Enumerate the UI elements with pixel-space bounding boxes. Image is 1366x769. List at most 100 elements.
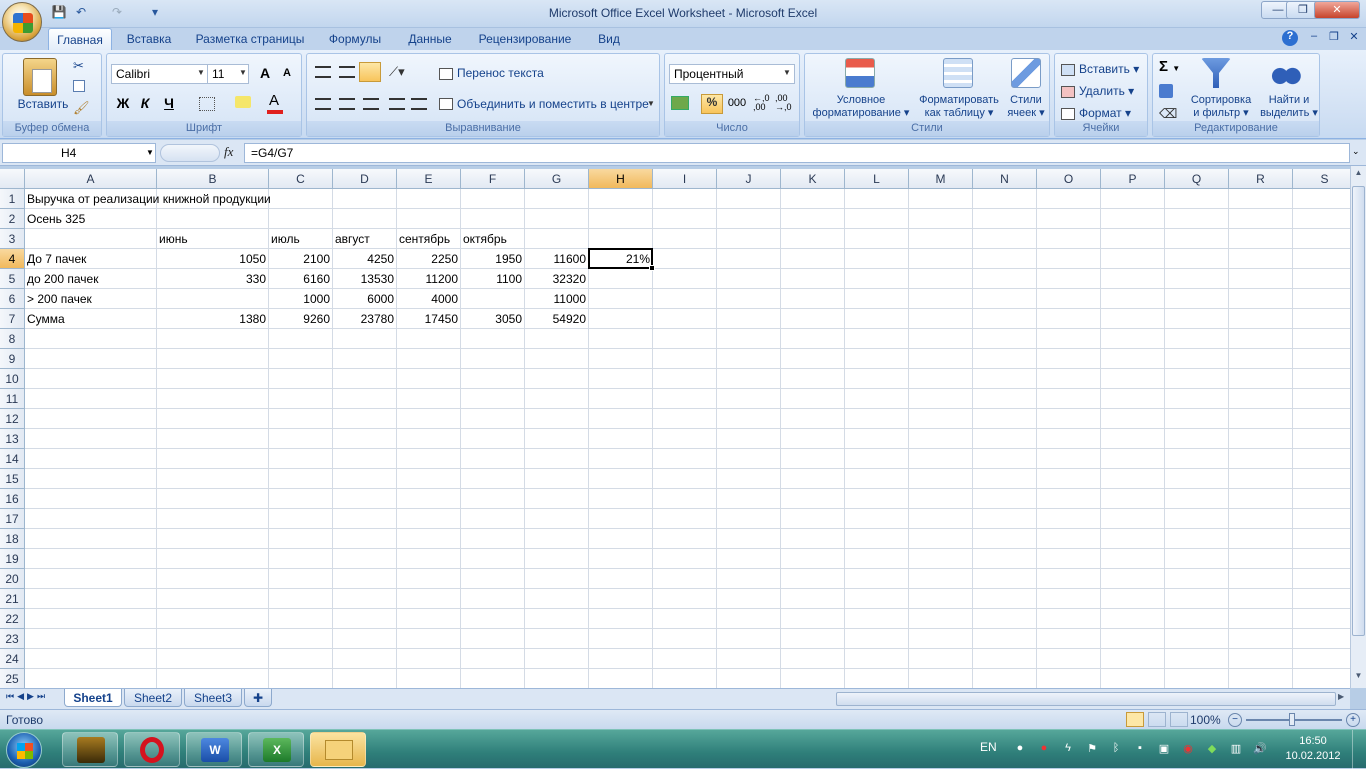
tray-icon-6[interactable]: ▪ [1132, 742, 1148, 756]
cell-E6[interactable]: 4000 [397, 289, 460, 309]
row-header-14[interactable]: 14 [0, 449, 25, 469]
currency-icon[interactable] [671, 96, 689, 110]
scroll-right-icon[interactable]: ▶ [1338, 692, 1344, 701]
vertical-scrollbar[interactable]: ▲ ▼ [1350, 166, 1366, 688]
tab-insert[interactable]: Вставка [118, 28, 180, 50]
cell-D6[interactable]: 6000 [333, 289, 396, 309]
column-header-R[interactable]: R [1229, 169, 1293, 189]
column-header-D[interactable]: D [333, 169, 397, 189]
merge-center-button[interactable]: Объединить и поместить в центре [457, 95, 649, 115]
normal-view-icon[interactable] [1126, 712, 1144, 727]
underline-button[interactable]: Ч [157, 94, 181, 114]
show-desktop-button[interactable] [1352, 730, 1366, 769]
copy-icon[interactable] [73, 80, 85, 92]
decrease-indent-icon[interactable] [389, 98, 405, 110]
font-name-dropdown-icon[interactable]: ▼ [197, 68, 205, 77]
row-header-10[interactable]: 10 [0, 369, 25, 389]
merge-center-icon[interactable] [439, 98, 453, 110]
tab-review[interactable]: Рецензирование [470, 28, 580, 50]
format-painter-icon[interactable]: 🖌 [73, 100, 90, 116]
cell-B7[interactable]: 1380 [157, 309, 268, 329]
name-box[interactable]: H4 [2, 143, 156, 163]
cell-D3[interactable]: август [333, 229, 372, 249]
column-header-M[interactable]: M [909, 169, 973, 189]
increase-decimal-icon[interactable]: ←,0,00 [753, 94, 770, 112]
taskbar-app-word[interactable]: W [186, 732, 242, 767]
undo-icon[interactable]: ↶ [72, 5, 90, 21]
cell-C6[interactable]: 1000 [269, 289, 332, 309]
shrink-font-button[interactable]: A [277, 66, 297, 84]
paste-icon[interactable] [23, 58, 57, 96]
row-header-7[interactable]: 7 [0, 309, 25, 329]
column-header-L[interactable]: L [845, 169, 909, 189]
font-name-box[interactable]: Calibri [111, 64, 209, 84]
cell-C5[interactable]: 6160 [269, 269, 332, 289]
align-middle-icon[interactable] [339, 66, 355, 78]
column-header-Q[interactable]: Q [1165, 169, 1229, 189]
row-header-20[interactable]: 20 [0, 569, 25, 589]
cell-C4[interactable]: 2100 [269, 249, 332, 269]
autosum-icon[interactable]: Σ ▼ [1159, 58, 1180, 75]
orientation-icon[interactable]: ⟋▾ [389, 64, 405, 80]
cell-F5[interactable]: 1100 [461, 269, 524, 289]
cell-D5[interactable]: 13530 [333, 269, 396, 289]
paste-button[interactable]: Вставить [9, 98, 77, 111]
cell-styles-button[interactable]: Стили ячеек ▾ [1003, 94, 1049, 120]
cell-E7[interactable]: 17450 [397, 309, 460, 329]
language-indicator[interactable]: EN [980, 740, 997, 754]
row-header-4[interactable]: 4 [0, 249, 25, 269]
delete-cells-button[interactable]: Удалить ▾ [1079, 82, 1134, 102]
cell-F3[interactable]: октябрь [461, 229, 509, 249]
scroll-down-icon[interactable]: ▼ [1352, 671, 1365, 685]
cell-A6[interactable]: > 200 пачек [25, 289, 94, 309]
insert-sheet-icon[interactable]: ✚ [244, 689, 272, 707]
save-icon[interactable]: 💾 [50, 5, 68, 21]
row-header-11[interactable]: 11 [0, 389, 25, 409]
cell-E4[interactable]: 2250 [397, 249, 460, 269]
worksheet-grid[interactable]: ABCDEFGHIJKLMNOPQRS 1 2 3 4 5 6 7 8 9 10 11 12 13 14 1… [0, 169, 1350, 688]
volume-icon[interactable]: 🔊 [1252, 742, 1268, 756]
tray-icon-4[interactable]: ⚑ [1084, 742, 1100, 756]
clock[interactable]: 16:50 10.02.2012 [1282, 734, 1344, 764]
select-all-corner[interactable] [0, 169, 25, 189]
align-left-icon[interactable] [315, 98, 331, 110]
tray-icon-7[interactable]: ▣ [1156, 742, 1172, 756]
decrease-decimal-icon[interactable]: ,00 →,0 [775, 94, 792, 112]
row-header-24[interactable]: 24 [0, 649, 25, 669]
tab-formulas[interactable]: Формулы [320, 28, 390, 50]
cell-D4[interactable]: 4250 [333, 249, 396, 269]
vertical-scroll-thumb[interactable] [1352, 186, 1365, 636]
cell-C7[interactable]: 9260 [269, 309, 332, 329]
sheet-tab-1[interactable]: Sheet1 [64, 689, 122, 707]
column-header-K[interactable]: K [781, 169, 845, 189]
cell-G4[interactable]: 11600 [525, 249, 588, 269]
row-header-19[interactable]: 19 [0, 549, 25, 569]
clear-icon[interactable]: ⌫ [1159, 106, 1177, 122]
grow-font-button[interactable]: A [255, 64, 275, 84]
network-icon[interactable]: ▥ [1228, 742, 1244, 756]
column-header-A[interactable]: A [25, 169, 157, 189]
format-as-table-icon[interactable] [943, 58, 973, 88]
borders-icon[interactable] [199, 97, 215, 111]
cell-A7[interactable]: Сумма [25, 309, 67, 329]
name-box-dropdown-icon[interactable]: ▼ [146, 148, 154, 157]
align-center-icon[interactable] [339, 98, 355, 110]
wrap-text-button[interactable]: Перенос текста [457, 64, 544, 84]
bluetooth-icon[interactable]: ᛒ [1108, 742, 1124, 756]
column-header-O[interactable]: O [1037, 169, 1101, 189]
help-icon[interactable]: ? [1282, 30, 1298, 46]
fill-icon[interactable] [1159, 84, 1173, 98]
row-header-12[interactable]: 12 [0, 409, 25, 429]
tab-page-layout[interactable]: Разметка страницы [188, 28, 312, 50]
row-header-16[interactable]: 16 [0, 489, 25, 509]
cell-A5[interactable]: до 200 пачек [25, 269, 100, 289]
office-button[interactable] [2, 2, 42, 42]
formula-input[interactable]: =G4/G7 [244, 143, 1350, 163]
find-select-button[interactable]: Найти и выделить ▾ [1257, 94, 1321, 120]
scroll-up-icon[interactable]: ▲ [1352, 168, 1365, 182]
thousands-button[interactable]: 000 [725, 96, 749, 114]
expand-formula-bar-icon[interactable]: ⌄ [1352, 146, 1360, 157]
row-header-6[interactable]: 6 [0, 289, 25, 309]
cell-C3[interactable]: июль [269, 229, 302, 249]
number-format-box[interactable]: Процентный [669, 64, 795, 84]
